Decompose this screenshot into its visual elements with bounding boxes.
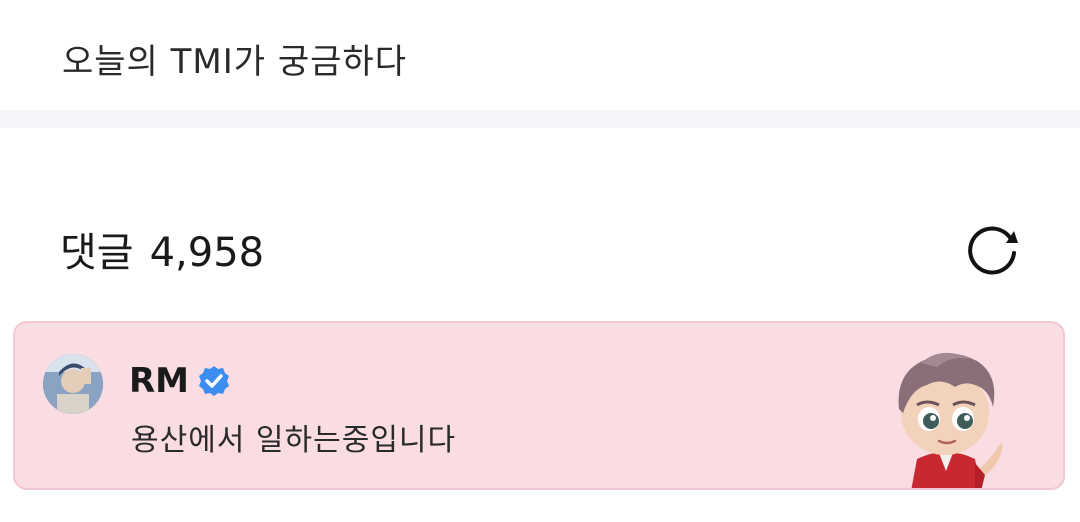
- refresh-button[interactable]: [960, 218, 1026, 278]
- comments-header: 댓글 4,958: [0, 128, 1080, 318]
- question-title: 오늘의 TMI가 궁금하다: [62, 42, 407, 82]
- verified-badge-icon: [199, 366, 230, 396]
- tinytan-rm-sticker: [898, 352, 1003, 488]
- comments-count: 4,958: [149, 230, 265, 276]
- avatar[interactable]: [43, 354, 103, 414]
- refresh-icon: [968, 226, 1018, 275]
- pinned-comment-card[interactable]: RM 용산에서 일하는중입니다: [13, 321, 1065, 490]
- comment-text: 용산에서 일하는중입니다: [131, 423, 457, 458]
- avatar-photo: [43, 354, 103, 414]
- comments-title: 댓글 4,958: [60, 220, 264, 278]
- comments-label: 댓글: [60, 230, 134, 276]
- question-header: 오늘의 TMI가 궁금하다: [0, 0, 1080, 110]
- section-divider: [0, 110, 1080, 128]
- author-row: RM: [129, 361, 231, 401]
- author-name[interactable]: RM: [129, 361, 189, 401]
